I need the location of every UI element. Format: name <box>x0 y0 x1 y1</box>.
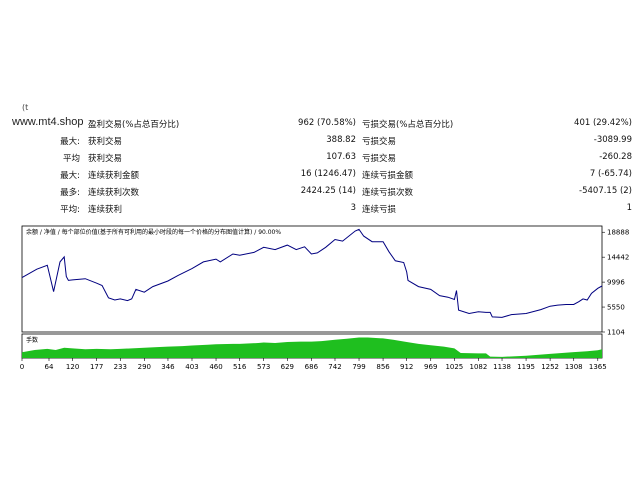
x-tick-label: 1308 <box>565 363 583 371</box>
stat-name-left: 获利交易 <box>88 137 123 147</box>
x-tick-label: 1082 <box>469 363 487 371</box>
x-tick-label: 1252 <box>541 363 559 371</box>
stat-value-right: 1 <box>626 203 632 213</box>
stat-label: 平均: <box>60 205 80 215</box>
x-tick-label: 460 <box>209 363 222 371</box>
lot-panel-label: 手数 <box>26 336 38 344</box>
stats-row: 盈利交易(%占总百分比) 962 (70.58%) 亏损交易(%占总百分比) 4… <box>0 118 640 135</box>
chart-svg: 余额 / 净值 / 每个部位价值(基于所有可利用的最小时段的每一个价格的分布图值… <box>20 225 629 371</box>
x-axis: 0 64 120 177 233 290 346 403 460 516 573 629 686 742 7… <box>20 358 607 371</box>
stat-value-left: 388.82 <box>326 135 356 145</box>
x-tick-label: 346 <box>161 363 175 371</box>
stat-value-right: -5407.15 (2) <box>579 186 632 196</box>
main-plot-frame <box>21 225 603 333</box>
x-tick-label: 686 <box>305 363 319 371</box>
x-tick-label: 1025 <box>445 363 463 371</box>
stat-name-left: 连续获利次数 <box>88 188 140 198</box>
stats-row: 平均 获利交易 107.63 亏损交易 -260.28 <box>0 152 640 169</box>
x-tick-label: 64 <box>45 363 54 371</box>
x-tick-label: 233 <box>114 363 127 371</box>
x-tick-label: 120 <box>66 363 79 371</box>
stat-name-right: 亏损交易(%占总百分比) <box>362 120 454 130</box>
y-tick-label: 1104 <box>607 329 625 337</box>
stat-value-left: 962 (70.58%) <box>298 118 356 128</box>
y-tick-label: 18888 <box>607 229 629 237</box>
stat-name-left: 连续获利 <box>88 205 123 215</box>
top-mark: (t <box>22 103 29 112</box>
stat-value-left: 16 (1246.47) <box>300 169 356 179</box>
x-tick-label: 0 <box>20 363 24 371</box>
stat-label: 平均 <box>62 154 80 164</box>
y-tick-label: 14442 <box>607 254 629 262</box>
x-tick-label: 912 <box>400 363 413 371</box>
stat-name-left: 盈利交易(%占总百分比) <box>88 120 180 130</box>
x-tick-label: 573 <box>257 363 270 371</box>
stat-name-right: 连续亏损次数 <box>362 188 414 198</box>
stat-name-right: 连续亏损 <box>362 205 397 215</box>
stat-value-right: -3089.99 <box>593 135 632 145</box>
stat-name-left: 获利交易 <box>88 154 123 164</box>
stat-value-left: 2424.25 (14) <box>300 186 356 196</box>
stat-name-left: 连续获利金额 <box>88 171 140 181</box>
x-tick-label: 799 <box>352 363 365 371</box>
x-tick-label: 742 <box>328 363 341 371</box>
stat-value-left: 3 <box>350 203 356 213</box>
stat-label: 最多: <box>60 188 80 198</box>
x-tick-label: 403 <box>185 363 198 371</box>
y-axis: 18888 14442 9996 5550 1104 <box>602 229 629 337</box>
stats-row: 最多: 连续获利次数 2424.25 (14) 连续亏损次数 -5407.15 … <box>0 186 640 203</box>
x-tick-label: 516 <box>233 363 247 371</box>
stat-value-right: 7 (-65.74) <box>589 169 632 179</box>
x-tick-label: 1365 <box>589 363 607 371</box>
stat-value-right: 401 (29.42%) <box>574 118 632 128</box>
x-tick-label: 1195 <box>517 363 535 371</box>
balance-chart: 余额 / 净值 / 每个部位价值(基于所有可利用的最小时段的每一个价格的分布图值… <box>0 222 640 372</box>
y-tick-label: 9996 <box>607 279 625 287</box>
chart-header: 余额 / 净值 / 每个部位价值(基于所有可利用的最小时段的每一个价格的分布图值… <box>26 228 281 236</box>
x-tick-label: 629 <box>281 363 294 371</box>
stats-row: 最大: 获利交易 388.82 亏损交易 -3089.99 <box>0 135 640 152</box>
x-tick-label: 969 <box>424 363 437 371</box>
stat-value-right: -260.28 <box>599 152 632 162</box>
stat-name-right: 亏损交易 <box>362 137 397 147</box>
stat-label: 最大: <box>60 171 80 181</box>
x-tick-label: 290 <box>138 363 151 371</box>
stats-row: 最大: 连续获利金额 16 (1246.47) 连续亏损金额 7 (-65.74… <box>0 169 640 186</box>
stats-row: 平均: 连续获利 3 连续亏损 1 <box>0 203 640 220</box>
stat-name-right: 亏损交易 <box>362 154 397 164</box>
stat-label: 最大: <box>60 137 80 147</box>
stat-name-right: 连续亏损金额 <box>362 171 414 181</box>
x-tick-label: 856 <box>376 363 390 371</box>
x-tick-label: 1138 <box>493 363 511 371</box>
y-tick-label: 5550 <box>607 304 625 312</box>
stat-value-left: 107.63 <box>326 152 356 162</box>
x-tick-label: 177 <box>90 363 103 371</box>
